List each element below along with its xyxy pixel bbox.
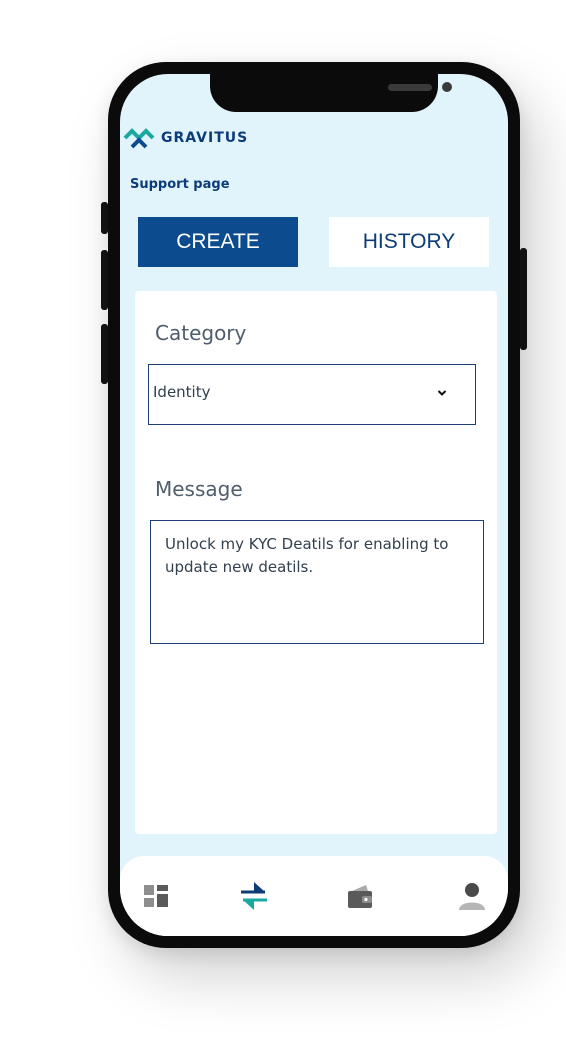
chevron-down-icon xyxy=(437,390,447,396)
bottom-nav xyxy=(120,856,508,936)
tab-create[interactable]: CREATE xyxy=(138,217,298,267)
notch xyxy=(210,74,452,112)
brand-logo: GRAVITUS xyxy=(123,126,248,150)
category-label: Category xyxy=(155,321,247,345)
transfer-arrows-icon xyxy=(241,882,267,910)
volume-up-button xyxy=(101,250,108,310)
tab-history[interactable]: HISTORY xyxy=(329,217,489,267)
brand-name: GRAVITUS xyxy=(161,130,249,146)
gravitus-logo-icon xyxy=(123,128,155,149)
category-select[interactable]: Identity xyxy=(148,364,476,425)
message-textarea[interactable]: Unlock my KYC Deatils for enabling to up… xyxy=(150,520,484,644)
phone-frame: GRAVITUS Support page CREATE HISTORY Cat… xyxy=(101,62,527,948)
page-title: Support page xyxy=(130,177,230,192)
camera xyxy=(442,82,452,92)
screen: GRAVITUS Support page CREATE HISTORY Cat… xyxy=(120,74,508,936)
nav-transfer[interactable] xyxy=(238,880,270,912)
support-form-card: Category Identity Message Unlock my KYC … xyxy=(135,291,497,834)
volume-down-button xyxy=(101,324,108,384)
mute-switch xyxy=(101,202,108,234)
nav-wallet[interactable] xyxy=(344,880,376,912)
nav-profile[interactable] xyxy=(456,880,488,912)
profile-icon xyxy=(459,883,485,910)
power-button xyxy=(520,248,527,350)
speaker xyxy=(388,84,432,91)
category-selected-value: Identity xyxy=(153,383,211,401)
wallet-icon xyxy=(348,885,372,908)
message-label: Message xyxy=(155,477,243,501)
nav-dashboard[interactable] xyxy=(140,880,172,912)
dashboard-icon xyxy=(144,885,168,907)
